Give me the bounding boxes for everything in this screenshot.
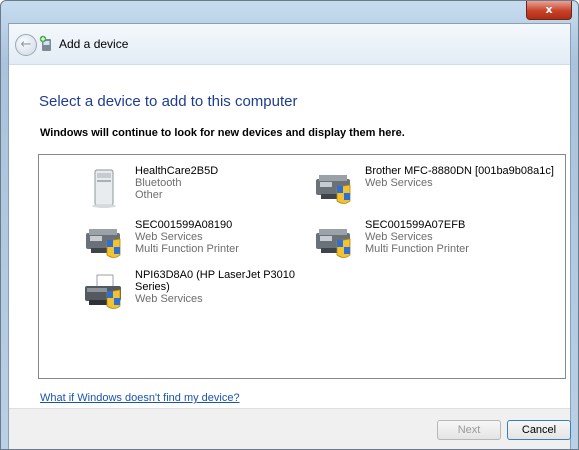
device-connection: Bluetooth [135,177,182,189]
device-name: HealthCare2B5D [135,165,219,177]
device-category: Multi Function Printer [135,243,239,255]
device-item-hp-laserjet[interactable]: NPI63D8A0 (HP LaserJet P3010 Series) Web… [83,269,333,323]
device-connection: Web Services [365,177,433,189]
laser-printer-icon [85,274,121,309]
device-category: Other [135,189,163,201]
device-connection: Web Services [135,293,203,305]
cancel-button[interactable]: Cancel [507,420,571,440]
device-category: Multi Function Printer [365,243,469,255]
device-name: SEC001599A07EFB [365,219,466,231]
device-item-healthcare[interactable]: HealthCare2B5D Bluetooth Other [83,165,333,219]
instruction-text: Windows will continue to look for new de… [40,127,405,139]
device-item-brother-mfc[interactable]: Brother MFC-8880DN [001ba9b08a1c] Web Se… [313,165,563,219]
device-connection: Web Services [365,231,433,243]
wizard-client-area: ← Add a device Select a device to add to… [8,23,571,449]
device-name: SEC001599A08190 [135,219,233,231]
title-bar: x [1,1,578,23]
help-link[interactable]: What if Windows doesn't find my device? [40,392,240,404]
page-heading: Select a device to add to this computer [39,93,298,110]
add-device-icon [39,35,51,51]
device-list: HealthCare2B5D Bluetooth Other Brother M… [38,154,566,379]
device-name: NPI63D8A0 (HP LaserJet P3010 Series) [135,269,295,293]
wizard-title: Add a device [59,37,129,51]
device-item-sec001599a07efb[interactable]: SEC001599A07EFB Web Services Multi Funct… [313,219,563,273]
close-button[interactable]: x [526,1,572,20]
tower-computer-icon [92,169,116,208]
wizard-nav-bar: ← Add a device [9,24,570,65]
multifunction-printer-icon [316,229,351,258]
wizard-footer: Next Cancel [9,408,571,449]
next-button[interactable]: Next [437,420,501,440]
multifunction-printer-icon [316,175,351,204]
device-connection: Web Services [135,231,203,243]
device-name: Brother MFC-8880DN [001ba9b08a1c] [365,165,554,177]
multifunction-printer-icon [86,229,121,258]
add-device-window: x ← Add a device Select a device to add … [0,0,579,450]
device-item-sec001599a08190[interactable]: SEC001599A08190 Web Services Multi Funct… [83,219,333,273]
back-button[interactable]: ← [15,34,37,56]
